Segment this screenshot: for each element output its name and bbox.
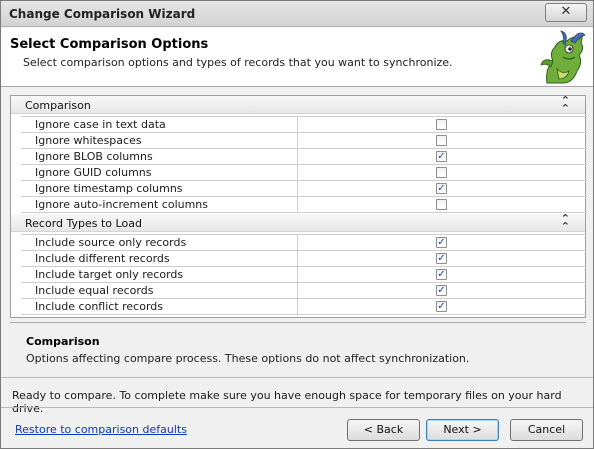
wizard-header: Select Comparison Options Select compari… <box>1 28 593 87</box>
title-bar: Change Comparison Wizard ✕ <box>1 1 593 27</box>
section-label: Record Types to Load <box>25 217 142 230</box>
option-label: Ignore auto-increment columns <box>21 197 298 212</box>
option-row: Ignore case in text data <box>21 117 587 133</box>
dragon-mascot-icon <box>540 30 586 84</box>
restore-defaults-link[interactable]: Restore to comparison defaults <box>15 423 187 436</box>
option-checkbox[interactable]: ✓ <box>436 151 447 162</box>
back-button[interactable]: < Back <box>347 419 420 441</box>
option-checkbox[interactable] <box>436 167 447 178</box>
double-chevron-up-icon[interactable]: ⌃ ⌃ <box>561 213 570 232</box>
record-types-grid: Include source only records ✓ Include dif… <box>21 234 587 315</box>
options-panel: Comparison ⌃ ⌃ Ignore case in text data I… <box>10 95 587 318</box>
description-text: Options affecting compare process. These… <box>26 352 470 365</box>
option-label: Include target only records <box>21 267 298 282</box>
option-row: Include equal records ✓ <box>21 283 587 299</box>
option-checkbox[interactable]: ✓ <box>436 237 447 248</box>
option-row: Include conflict records ✓ <box>21 299 587 315</box>
option-label: Include conflict records <box>21 299 298 314</box>
option-label: Include source only records <box>21 235 298 250</box>
option-checkbox[interactable]: ✓ <box>436 253 447 264</box>
option-checkbox[interactable]: ✓ <box>436 301 447 312</box>
description-panel: Comparison Options affecting compare pro… <box>10 322 586 372</box>
option-label: Ignore case in text data <box>21 117 298 132</box>
close-button[interactable]: ✕ <box>545 3 587 22</box>
option-row: Include source only records ✓ <box>21 235 587 251</box>
description-title: Comparison <box>26 335 100 348</box>
option-row: Ignore GUID columns <box>21 165 587 181</box>
button-bar: Restore to comparison defaults < Back Ne… <box>1 407 593 448</box>
option-row: Include different records ✓ <box>21 251 587 267</box>
option-label: Include different records <box>21 251 298 266</box>
double-chevron-up-icon[interactable]: ⌃ ⌃ <box>561 95 570 114</box>
window-title: Change Comparison Wizard <box>9 7 196 21</box>
status-bar: Ready to compare. To complete make sure … <box>1 377 593 415</box>
section-header-comparison[interactable]: Comparison ⌃ ⌃ <box>11 95 585 114</box>
cancel-button[interactable]: Cancel <box>510 419 583 441</box>
option-row: Ignore auto-increment columns <box>21 197 587 213</box>
option-checkbox[interactable] <box>436 135 447 146</box>
option-row: Ignore timestamp columns ✓ <box>21 181 587 197</box>
next-button[interactable]: Next > <box>426 419 499 441</box>
option-checkbox[interactable]: ✓ <box>436 183 447 194</box>
option-row: Ignore whitespaces <box>21 133 587 149</box>
wizard-window: Change Comparison Wizard ✕ Select Compar… <box>0 0 594 449</box>
section-label: Comparison <box>25 99 91 112</box>
page-title: Select Comparison Options <box>10 37 209 52</box>
option-label: Ignore whitespaces <box>21 133 298 148</box>
comparison-options-grid: Ignore case in text data Ignore whitespa… <box>21 116 587 213</box>
option-label: Include equal records <box>21 283 298 298</box>
option-checkbox[interactable]: ✓ <box>436 269 447 280</box>
option-checkbox[interactable] <box>436 119 447 130</box>
option-row: Include target only records ✓ <box>21 267 587 283</box>
option-label: Ignore GUID columns <box>21 165 298 180</box>
option-label: Ignore timestamp columns <box>21 181 298 196</box>
section-header-record-types[interactable]: Record Types to Load ⌃ ⌃ <box>11 213 585 232</box>
page-subtitle: Select comparison options and types of r… <box>23 56 453 69</box>
option-checkbox[interactable]: ✓ <box>436 285 447 296</box>
option-label: Ignore BLOB columns <box>21 149 298 164</box>
option-checkbox[interactable] <box>436 199 447 210</box>
option-row: Ignore BLOB columns ✓ <box>21 149 587 165</box>
